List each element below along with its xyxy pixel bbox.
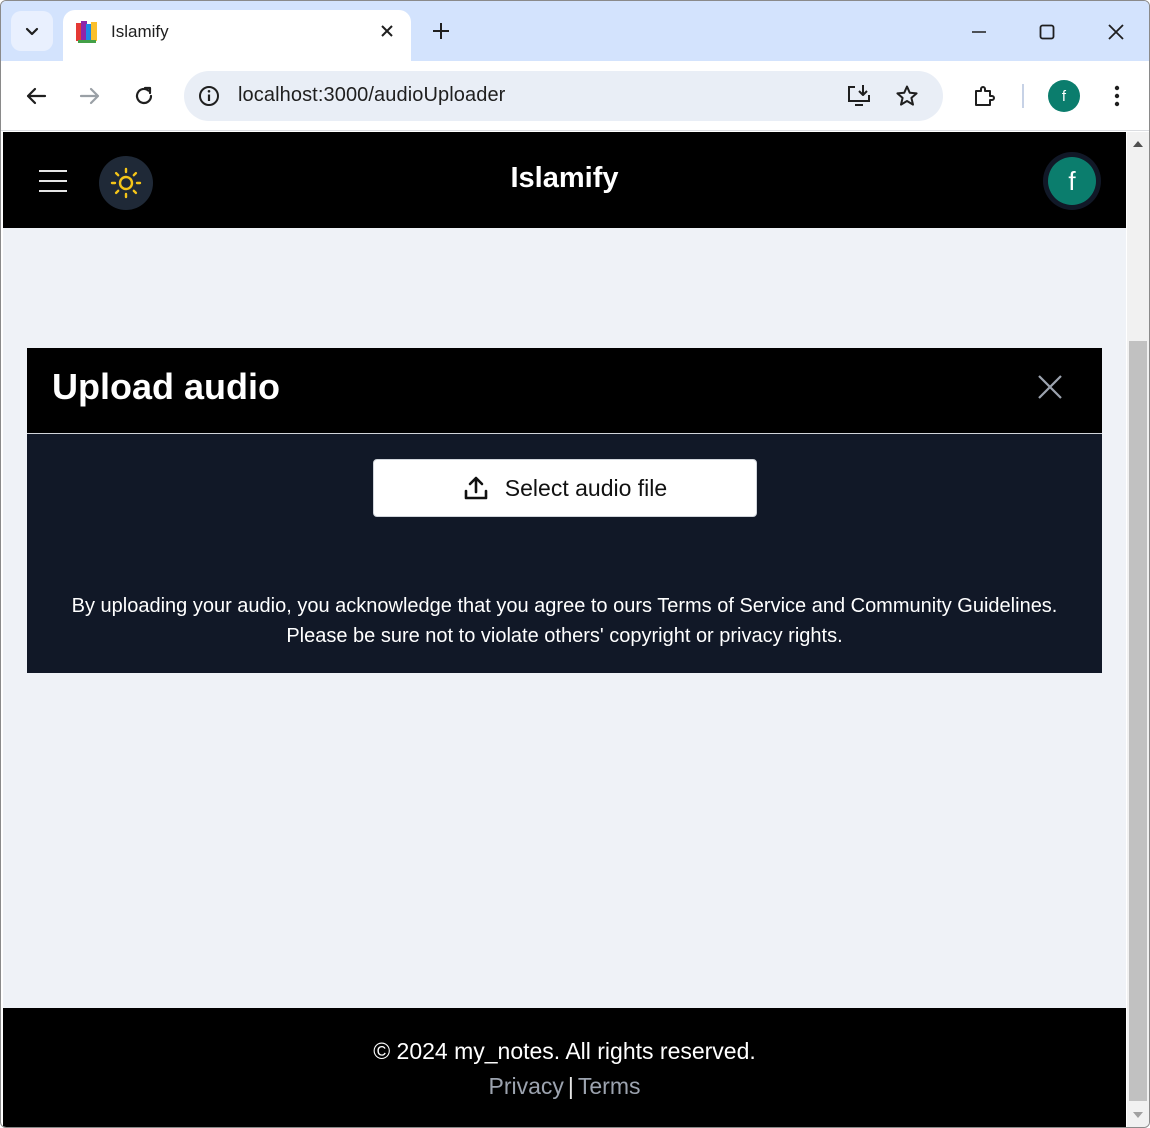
forward-button[interactable] bbox=[72, 78, 108, 114]
browser-profile-avatar[interactable]: f bbox=[1048, 80, 1080, 112]
select-audio-file-label: Select audio file bbox=[504, 474, 668, 501]
bookmark-button[interactable] bbox=[893, 82, 921, 110]
kebab-menu-icon bbox=[1114, 85, 1120, 107]
toolbar-separator bbox=[1022, 84, 1024, 108]
browser-menu-button[interactable] bbox=[1099, 78, 1135, 114]
footer-links: Privacy | Terms bbox=[3, 1073, 1126, 1100]
browser-window: Islamify localhost:3000/audioUploader f … bbox=[0, 0, 1150, 1128]
install-app-button[interactable] bbox=[845, 82, 873, 110]
upload-icon bbox=[464, 476, 488, 500]
close-tab-button[interactable] bbox=[375, 19, 399, 43]
site-info-icon bbox=[199, 86, 219, 106]
avatar: f bbox=[1048, 157, 1096, 205]
back-icon bbox=[26, 87, 47, 105]
install-app-icon bbox=[848, 85, 870, 106]
browser-toolbar: localhost:3000/audioUploader bbox=[1, 61, 1149, 131]
scroll-down-icon bbox=[1133, 1112, 1143, 1118]
tab-strip: Islamify bbox=[1, 1, 1149, 61]
new-tab-button[interactable] bbox=[427, 17, 455, 45]
select-audio-file-button[interactable]: Select audio file bbox=[373, 459, 757, 517]
scroll-up-button[interactable] bbox=[1127, 134, 1149, 154]
footer-link-separator: | bbox=[567, 1073, 574, 1099]
favicon-icon bbox=[76, 21, 97, 43]
close-window-button[interactable] bbox=[1099, 15, 1133, 49]
scroll-down-button[interactable] bbox=[1127, 1105, 1149, 1125]
card-header: Upload audio bbox=[27, 348, 1102, 434]
maximize-button[interactable] bbox=[1030, 15, 1064, 49]
user-avatar-button[interactable]: f bbox=[1043, 152, 1101, 210]
browser-tab[interactable]: Islamify bbox=[63, 10, 411, 61]
forward-icon bbox=[79, 87, 100, 105]
scrollbar-thumb[interactable] bbox=[1129, 341, 1147, 1101]
address-bar[interactable]: localhost:3000/audioUploader bbox=[184, 71, 943, 121]
close-icon bbox=[1038, 375, 1062, 399]
address-url: localhost:3000/audioUploader bbox=[238, 84, 506, 106]
close-window-icon bbox=[1108, 24, 1124, 40]
page-scrollbar[interactable] bbox=[1127, 132, 1149, 1127]
close-tab-icon bbox=[381, 25, 393, 37]
reload-icon bbox=[135, 86, 153, 105]
privacy-link[interactable]: Privacy bbox=[488, 1073, 563, 1099]
scroll-up-icon bbox=[1133, 141, 1143, 147]
extensions-button[interactable] bbox=[966, 78, 1002, 114]
app-brand-title[interactable]: Islamify bbox=[3, 162, 1126, 195]
close-card-button[interactable] bbox=[1033, 370, 1067, 404]
back-button[interactable] bbox=[18, 78, 54, 114]
tab-search-icon bbox=[25, 27, 39, 36]
bookmark-star-icon bbox=[896, 85, 918, 106]
upload-disclaimer: By uploading your audio, you acknowledge… bbox=[71, 595, 1058, 647]
new-tab-icon bbox=[433, 23, 449, 39]
page-viewport: Islamify f Upload audio Select audio fil… bbox=[3, 132, 1126, 1127]
maximize-icon bbox=[1039, 24, 1055, 40]
app-header: Islamify f bbox=[3, 132, 1126, 228]
reload-button[interactable] bbox=[126, 78, 162, 114]
page-footer: © 2024 my_notes. All rights reserved. Pr… bbox=[3, 1008, 1126, 1127]
terms-link[interactable]: Terms bbox=[578, 1073, 641, 1099]
upload-audio-card: Upload audio Select audio file By upload… bbox=[27, 348, 1102, 673]
minimize-icon bbox=[972, 31, 986, 33]
site-info-button[interactable] bbox=[196, 83, 222, 109]
copyright-text: © 2024 my_notes. All rights reserved. bbox=[373, 1038, 756, 1064]
tab-search-button[interactable] bbox=[11, 11, 53, 51]
minimize-button[interactable] bbox=[962, 15, 996, 49]
tab-title: Islamify bbox=[111, 22, 169, 41]
extensions-icon bbox=[975, 86, 995, 106]
card-title: Upload audio bbox=[52, 366, 280, 407]
